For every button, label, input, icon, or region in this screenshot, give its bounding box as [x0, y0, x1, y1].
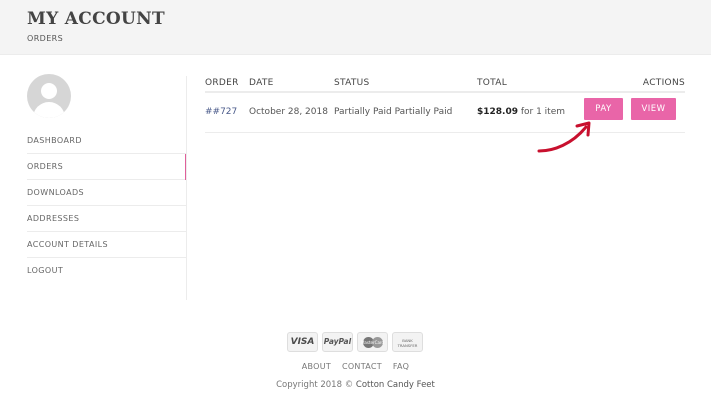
pay-button[interactable]: PAY — [584, 98, 623, 120]
footer-links: ABOUT CONTACT FAQ — [0, 362, 711, 371]
paypal-icon: PayPal — [322, 332, 353, 352]
column-header-order: ORDER — [205, 78, 239, 88]
order-number-link[interactable]: ##727 — [205, 107, 237, 117]
view-button[interactable]: VIEW — [631, 98, 676, 120]
visa-icon: VISA — [287, 332, 318, 352]
account-navigation: DASHBOARD ORDERS DOWNLOADS ADDRESSES ACC… — [27, 128, 187, 284]
column-header-total: TOTAL — [477, 78, 508, 88]
mastercard-icon: MasterCard — [357, 332, 388, 352]
footer-link-about[interactable]: ABOUT — [302, 362, 331, 371]
avatar-head — [41, 83, 57, 99]
order-date: October 28, 2018 — [249, 107, 328, 117]
table-row: ##727 October 28, 2018 Partially Paid Pa… — [205, 93, 685, 133]
bank-transfer-icon: BANK TRANSFER — [392, 332, 423, 352]
sidebar-item-dashboard[interactable]: DASHBOARD — [27, 128, 187, 154]
sidebar-item-account-details[interactable]: ACCOUNT DETAILS — [27, 232, 187, 258]
sidebar-divider — [186, 76, 187, 300]
column-header-date: DATE — [249, 78, 274, 88]
column-header-status: STATUS — [334, 78, 370, 88]
sidebar-item-downloads[interactable]: DOWNLOADS — [27, 180, 187, 206]
avatar-body — [33, 102, 65, 118]
page-header: MY ACCOUNT ORDERS — [0, 0, 711, 55]
copyright-text: Copyright 2018 © — [276, 380, 356, 390]
column-header-actions: ACTIONS — [642, 78, 685, 88]
order-status: Partially Paid Partially Paid — [334, 107, 453, 117]
sidebar-item-orders[interactable]: ORDERS — [27, 154, 187, 180]
table-header: ORDER DATE STATUS TOTAL ACTIONS — [205, 74, 685, 93]
footer-link-faq[interactable]: FAQ — [393, 362, 409, 371]
orders-table: ORDER DATE STATUS TOTAL ACTIONS ##727 Oc… — [205, 74, 685, 133]
copyright: Copyright 2018 © Cotton Candy Feet — [0, 380, 711, 390]
mastercard-label: MasterCard — [360, 340, 385, 345]
sidebar-item-logout[interactable]: LOGOUT — [27, 258, 187, 284]
breadcrumb: ORDERS — [27, 34, 64, 43]
footer-link-contact[interactable]: CONTACT — [342, 362, 382, 371]
page-title: MY ACCOUNT — [27, 9, 165, 29]
brand-link[interactable]: Cotton Candy Feet — [356, 380, 435, 390]
order-total-items: for 1 item — [518, 107, 566, 117]
order-total-amount: $128.09 — [477, 107, 518, 117]
avatar — [27, 74, 71, 118]
sidebar-item-addresses[interactable]: ADDRESSES — [27, 206, 187, 232]
annotation-arrow-icon — [537, 121, 591, 153]
order-total: $128.09 for 1 item — [477, 107, 565, 117]
